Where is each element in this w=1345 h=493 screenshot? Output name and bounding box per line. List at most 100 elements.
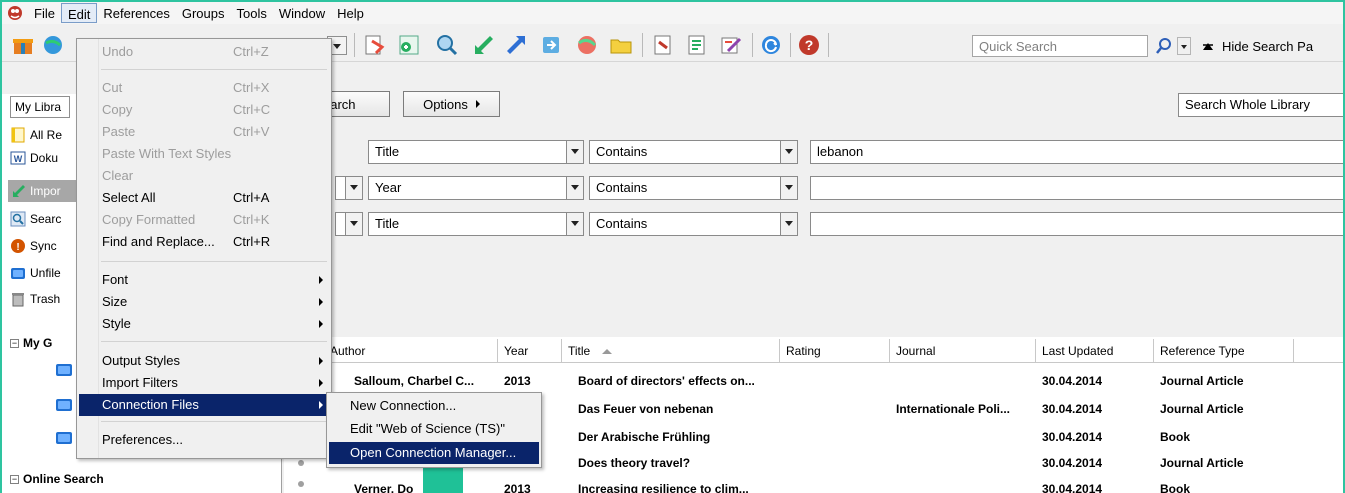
menu-help[interactable]: Help xyxy=(331,3,370,23)
search-bool-select-2[interactable] xyxy=(335,176,363,200)
menu-item-output-styles[interactable]: Output Styles xyxy=(79,350,329,372)
column-header-title[interactable]: Title xyxy=(562,339,780,363)
quick-search-input[interactable]: Quick Search xyxy=(972,35,1148,57)
menu-tools[interactable]: Tools xyxy=(230,3,272,23)
chevron-down-icon[interactable] xyxy=(566,213,583,235)
collapse-icon[interactable]: − xyxy=(10,474,19,484)
search-term-input-1[interactable]: lebanon xyxy=(810,140,1343,164)
new-reference-icon[interactable] xyxy=(397,33,423,57)
search-term-input-2[interactable] xyxy=(810,176,1343,200)
import-icon[interactable] xyxy=(470,33,496,57)
search-field-select-3[interactable]: Title xyxy=(368,212,584,236)
tree-group-my-groups[interactable]: − My G xyxy=(10,332,52,354)
cell-title: Das Feuer von nebenan xyxy=(578,402,714,416)
column-header-author[interactable]: Author xyxy=(324,339,498,363)
cell-last-updated: 30.04.2014 xyxy=(1042,482,1103,493)
insert-citation-doc-icon[interactable] xyxy=(650,33,676,57)
cell-last-updated: 30.04.2014 xyxy=(1042,374,1103,388)
menu-item-clear[interactable]: Clear xyxy=(79,165,329,187)
tree-item-trash[interactable]: Trash xyxy=(10,288,60,310)
hide-search-panel-button[interactable]: Hide Search Pa xyxy=(1202,35,1313,57)
menu-item-paste-with-text-styles[interactable]: Paste With Text Styles xyxy=(79,143,329,165)
tree-item-unfiled[interactable]: Unfile xyxy=(10,262,61,284)
menu-item-edit-web-of-science[interactable]: Edit "Web of Science (TS)" xyxy=(329,418,539,440)
online-search-icon[interactable] xyxy=(40,33,66,57)
menu-edit[interactable]: Edit xyxy=(60,3,98,23)
chevron-down-icon[interactable] xyxy=(345,177,362,199)
tree-item-search[interactable]: Searc xyxy=(10,208,61,230)
quick-search-dropdown[interactable] xyxy=(1177,37,1191,55)
menu-item-copy[interactable]: Copy Ctrl+C xyxy=(79,99,329,121)
options-button[interactable]: Options xyxy=(403,91,500,117)
tree-item-all-references[interactable]: All Re xyxy=(10,124,62,146)
tree-item-sync[interactable]: ! Sync xyxy=(10,235,57,257)
menu-item-open-connection-manager[interactable]: Open Connection Manager... xyxy=(329,442,539,464)
menu-item-select-all[interactable]: Select All Ctrl+A xyxy=(79,187,329,209)
endnote-window: File Edit References Groups Tools Window… xyxy=(0,0,1345,493)
edit-reference-icon[interactable] xyxy=(718,33,744,57)
menu-item-find-and-replace[interactable]: Find and Replace... Ctrl+R xyxy=(79,231,329,253)
read-status-icon xyxy=(298,481,304,487)
sync-icon[interactable] xyxy=(758,33,784,57)
insert-citation-icon[interactable] xyxy=(362,33,388,57)
menu-item-preferences[interactable]: Preferences... xyxy=(79,429,329,451)
chevron-down-icon[interactable] xyxy=(566,141,583,163)
menu-item-shortcut: Ctrl+X xyxy=(233,80,270,95)
group-folder-icon[interactable] xyxy=(55,362,73,378)
column-header-rating[interactable]: Rating xyxy=(780,339,890,363)
menu-item-cut[interactable]: Cut Ctrl+X xyxy=(79,77,329,99)
menu-item-copy-formatted[interactable]: Copy Formatted Ctrl+K xyxy=(79,209,329,231)
column-header-journal[interactable]: Journal xyxy=(890,339,1036,363)
column-header-year[interactable]: Year xyxy=(498,339,562,363)
chevron-down-icon[interactable] xyxy=(780,141,797,163)
menu-item-connection-files[interactable]: Connection Files xyxy=(79,394,329,416)
tree-item-dokumente[interactable]: W Doku xyxy=(10,147,58,169)
menu-window[interactable]: Window xyxy=(273,3,331,23)
chevron-down-icon[interactable] xyxy=(780,213,797,235)
my-library-tab[interactable]: My Libra xyxy=(10,96,70,118)
menu-item-import-filters[interactable]: Import Filters xyxy=(79,372,329,394)
menu-references[interactable]: References xyxy=(97,3,175,23)
format-bibliography-icon[interactable] xyxy=(684,33,710,57)
folder-icon[interactable] xyxy=(608,33,634,57)
group-folder-icon[interactable] xyxy=(55,397,73,413)
search-field-select-2[interactable]: Year xyxy=(368,176,584,200)
find-full-text-icon[interactable] xyxy=(434,33,460,57)
menu-groups[interactable]: Groups xyxy=(176,3,231,23)
export-icon[interactable] xyxy=(504,33,530,57)
chevron-down-icon[interactable] xyxy=(780,177,797,199)
collapse-icon[interactable]: − xyxy=(10,338,19,348)
menu-separator xyxy=(101,341,327,342)
search-operator-select-2[interactable]: Contains xyxy=(589,176,798,200)
search-icon[interactable] xyxy=(1154,36,1174,56)
menu-item-undo[interactable]: Undo Ctrl+Z xyxy=(79,41,329,63)
menu-file[interactable]: File xyxy=(28,3,61,23)
menu-item-new-connection[interactable]: New Connection... xyxy=(329,395,539,417)
group-folder-icon[interactable] xyxy=(55,430,73,446)
column-header-last-updated[interactable]: Last Updated xyxy=(1036,339,1154,363)
gift-icon[interactable] xyxy=(10,33,36,57)
search-field-select-1[interactable]: Title xyxy=(368,140,584,164)
menu-item-size[interactable]: Size xyxy=(79,291,329,313)
chevron-down-icon[interactable] xyxy=(566,177,583,199)
open-link-icon[interactable] xyxy=(538,33,564,57)
tree-item-label: Unfile xyxy=(30,266,61,280)
search-scope-select[interactable]: Search Whole Library xyxy=(1178,93,1343,117)
search-operator-select-3[interactable]: Contains xyxy=(589,212,798,236)
menu-item-font[interactable]: Font xyxy=(79,269,329,291)
endnote-app-icon[interactable] xyxy=(6,4,24,22)
menu-item-style[interactable]: Style xyxy=(79,313,329,335)
submenu-arrow-icon xyxy=(319,357,323,365)
column-header-reference-type[interactable]: Reference Type xyxy=(1154,339,1294,363)
menu-item-paste[interactable]: Paste Ctrl+V xyxy=(79,121,329,143)
search-bool-select-3[interactable] xyxy=(335,212,363,236)
search-term-input-3[interactable] xyxy=(810,212,1343,236)
tree-item-label: Searc xyxy=(30,212,62,226)
tree-group-online-search[interactable]: − Online Search xyxy=(10,468,104,490)
help-icon[interactable]: ? xyxy=(796,33,822,57)
find-full-text-globe-icon[interactable] xyxy=(574,33,600,57)
search-operator-select-1[interactable]: Contains xyxy=(589,140,798,164)
chevron-down-icon[interactable] xyxy=(345,213,362,235)
search-field-value: Year xyxy=(375,180,402,195)
menu-item-shortcut: Ctrl+A xyxy=(233,190,270,205)
